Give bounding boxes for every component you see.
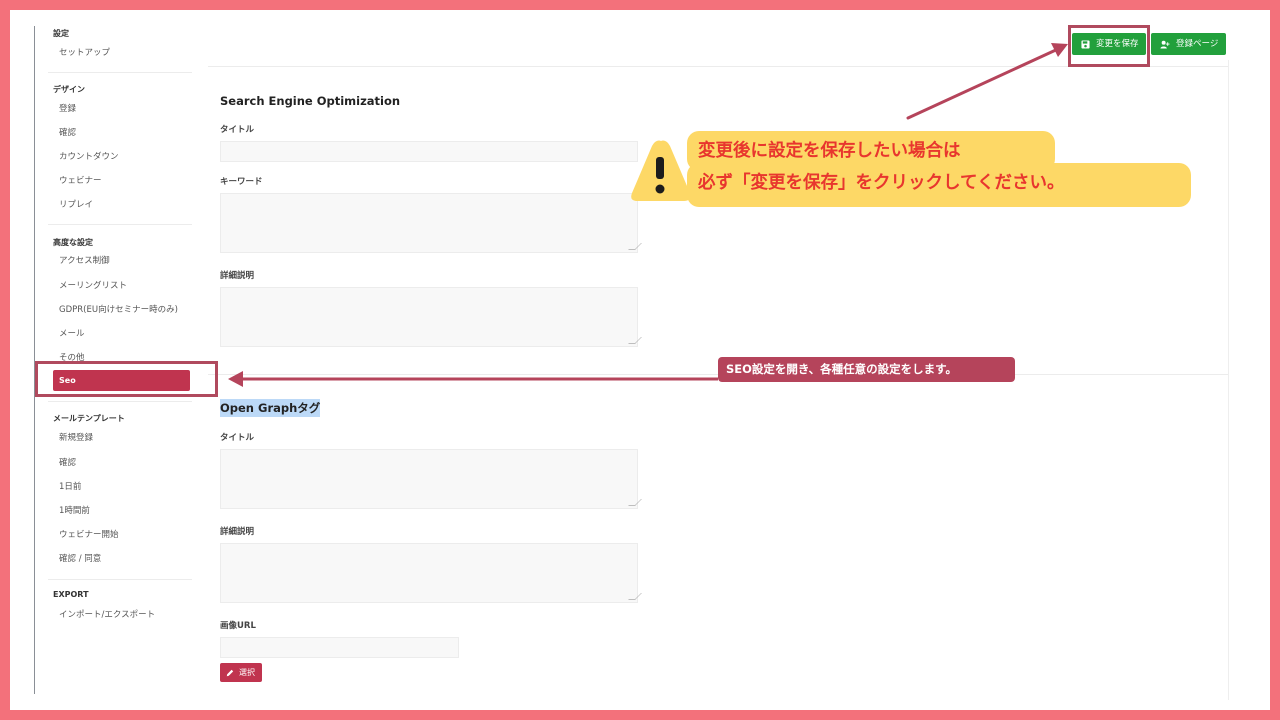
annotation-arrows [228,43,1068,387]
seo-instruction-callout: SEO設定を開き、各種任意の設定をします。 [718,357,1015,382]
warning-icon [631,140,691,201]
warning-line-2: 必ず「変更を保存」をクリックしてください。 [687,163,1191,207]
